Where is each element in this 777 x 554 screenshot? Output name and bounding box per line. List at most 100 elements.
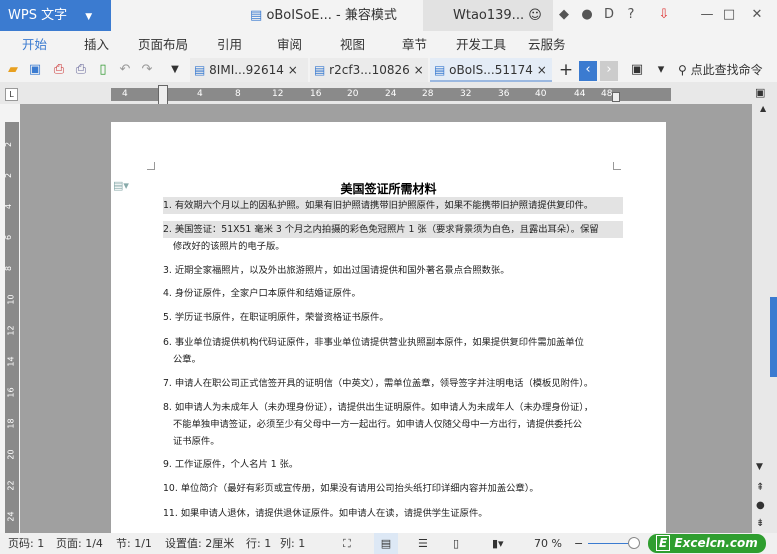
list-item-line: 修改好的该照片的电子版。	[173, 241, 285, 252]
tab-prev-button[interactable]: ‹	[579, 61, 597, 81]
page-view-icon[interactable]: ▤	[374, 533, 398, 554]
status-setting: 设置值: 2厘米	[165, 537, 235, 550]
command-search[interactable]: ⚲ 点此查找命令	[678, 58, 763, 82]
status-bar: 页码: 1 页面: 1/4 节: 1/1 设置值: 2厘米 行: 1 列: 1 …	[0, 533, 777, 554]
skin-icon[interactable]: ◆	[555, 6, 573, 24]
close-tab-icon[interactable]: ×	[288, 63, 298, 77]
ruler-tick-label: 8	[4, 265, 14, 272]
ruler-tick-label: 2	[4, 141, 14, 148]
help-icon[interactable]: ?	[622, 6, 640, 24]
ruler-tick-label: 6	[4, 234, 14, 241]
list-item-line: 7. 申请人在职公司正式信签开具的证明信（中英文），需单位盖章，领导签字并注明电…	[163, 378, 594, 389]
list-item-line: 11. 如果申请人退休，请提供退休证原件。如申请人在读，请提供学生证原件。	[163, 508, 488, 519]
tab-document-1[interactable]: ▤ 8IMI...92614 ×	[190, 58, 308, 82]
list-item-line: 不能单独申请签证，必须至少有父母中一方一起出行。如申请人仅随父母中一方出行，请提…	[173, 419, 583, 430]
margin-corner	[613, 162, 621, 170]
ruler-tick-label: 4	[122, 89, 128, 99]
undo-icon[interactable]: ↶	[116, 61, 134, 79]
list-item-line: 3. 近期全家福照片，以及外出旅游照片，如出过国请提供和国外著名景点合照数张。	[163, 265, 510, 276]
ruler-tick-label: 24	[385, 89, 397, 99]
minimize-button[interactable]: —	[698, 6, 716, 24]
menu-page-layout[interactable]: 页面布局	[138, 31, 188, 58]
menu-chapter[interactable]: 章节	[402, 31, 427, 58]
ruler-tick-label: 48	[601, 89, 613, 99]
ruler-tick-label: 2	[4, 172, 14, 179]
tab-next-button[interactable]: ›	[600, 61, 618, 81]
document-title: ▤ oBoISoE... - 兼容模式	[250, 8, 397, 23]
prev-page-icon[interactable]: ⇞	[756, 482, 764, 493]
list-item-line: 6. 事业单位请提供机构代码证原件，非事业单位请提供营业执照副本原件，如果提供复…	[163, 337, 584, 348]
ruler-tick-label: 14	[6, 356, 16, 367]
close-button[interactable]: ✕	[748, 6, 766, 24]
menu-cloud[interactable]: 云服务	[528, 31, 566, 58]
menu-home[interactable]: 开始	[22, 31, 47, 58]
right-indent-marker[interactable]	[612, 92, 620, 102]
search-icon: ⚲	[678, 63, 687, 77]
eye-protection-icon[interactable]: ▮▾	[492, 533, 504, 554]
export-pdf-icon[interactable]: ⎙	[50, 61, 68, 79]
web-view-icon[interactable]: ▯	[453, 533, 459, 554]
ruler-tick-label: 36	[498, 89, 510, 99]
document-icon: ▤	[194, 63, 206, 77]
save-icon[interactable]: ▣	[26, 61, 44, 79]
menu-insert[interactable]: 插入	[84, 31, 109, 58]
new-tab-icon[interactable]: +	[557, 61, 575, 79]
more-dropdown-icon[interactable]: ▼	[166, 61, 184, 79]
menu-view[interactable]: 视图	[340, 31, 365, 58]
ruler-tick-label: 18	[6, 418, 16, 429]
user-account[interactable]: Wtao139... ☺	[423, 0, 553, 31]
redo-icon[interactable]: ↷	[138, 61, 156, 79]
document-icon: ▤	[314, 63, 326, 77]
document-page[interactable]: ▤▾ 美国签证所需材料 1. 有效期六个月以上的因私护照。如果有旧护照请携带旧护…	[111, 122, 666, 533]
settings-icon[interactable]: ●	[578, 6, 596, 24]
feedback-icon[interactable]: D	[600, 6, 618, 24]
print-icon[interactable]: ⎙	[72, 61, 90, 79]
download-icon[interactable]: ⇩	[655, 6, 673, 24]
presentation-icon[interactable]: ▣	[628, 61, 646, 79]
ruler-tick-label: 8	[235, 89, 241, 99]
status-section: 节: 1/1	[116, 537, 152, 550]
zoom-level: 70 %	[534, 537, 562, 550]
maximize-button[interactable]: □	[720, 6, 738, 24]
menu-review[interactable]: 审阅	[277, 31, 302, 58]
zoom-out-button[interactable]: −	[574, 533, 583, 554]
zoom-slider-handle[interactable]	[628, 537, 640, 549]
tab-list-icon[interactable]: ▾	[652, 61, 670, 79]
ruler-tick-label: 40	[535, 89, 547, 99]
list-item-line: 4. 身份证原件，全家户口本原件和结婚证原件。	[163, 288, 361, 299]
close-tab-icon[interactable]: ×	[537, 63, 547, 77]
wps-app-menu-button[interactable]: WPS 文字 ▼	[0, 0, 111, 31]
side-panel-toggle[interactable]	[770, 297, 777, 377]
left-indent-marker[interactable]	[158, 85, 168, 105]
split-view-icon[interactable]: ▣	[755, 86, 765, 99]
list-item-line: 1. 有效期六个月以上的因私护照。如果有旧护照请携带旧护照原件，如果不能携带旧护…	[163, 197, 623, 214]
status-col: 列: 1	[280, 537, 306, 550]
menu-developer[interactable]: 开发工具	[456, 31, 506, 58]
ruler-tick-label: 20	[6, 449, 16, 460]
full-screen-icon[interactable]: ⛶	[343, 533, 351, 554]
menu-references[interactable]: 引用	[217, 31, 242, 58]
ruler-tick-label: 12	[272, 89, 284, 99]
list-item-line: 9. 工作证原件，个人名片 1 张。	[163, 459, 299, 470]
outline-view-icon[interactable]: ☰	[418, 533, 428, 554]
next-page-icon[interactable]: ⇟	[756, 518, 764, 529]
scroll-up-icon[interactable]: ▲	[760, 104, 766, 113]
status-pages: 页面: 1/4	[56, 537, 103, 550]
ruler-tick-label: 44	[574, 89, 586, 99]
browse-object-icon[interactable]: ●	[756, 500, 765, 511]
print-preview-icon[interactable]: ▯	[94, 61, 112, 79]
tab-document-2[interactable]: ▤ r2cf3...10826 ×	[310, 58, 428, 82]
tab-stop-selector[interactable]: L	[5, 88, 18, 101]
open-icon[interactable]: ▰	[4, 61, 22, 79]
ruler-tick-label: 12	[6, 325, 16, 336]
document-icon: ▤	[250, 8, 263, 23]
ruler-tick-label: 28	[422, 89, 434, 99]
avatar-icon: ☺	[528, 8, 542, 23]
list-item-line: 10. 单位简介（最好有彩页或宣传册，如果没有请用公司抬头纸打印详细内容并加盖公…	[163, 483, 539, 494]
close-tab-icon[interactable]: ×	[414, 63, 424, 77]
scroll-down-icon[interactable]: ▼	[756, 462, 763, 472]
chevron-down-icon: ▼	[85, 12, 93, 22]
tab-document-3-active[interactable]: ▤ oBoIS...51174 ×	[430, 58, 552, 82]
status-row: 行: 1	[246, 537, 272, 550]
vertical-scrollbar[interactable]: ▣ ▲ ▼ ⇞ ● ⇟	[752, 82, 777, 533]
